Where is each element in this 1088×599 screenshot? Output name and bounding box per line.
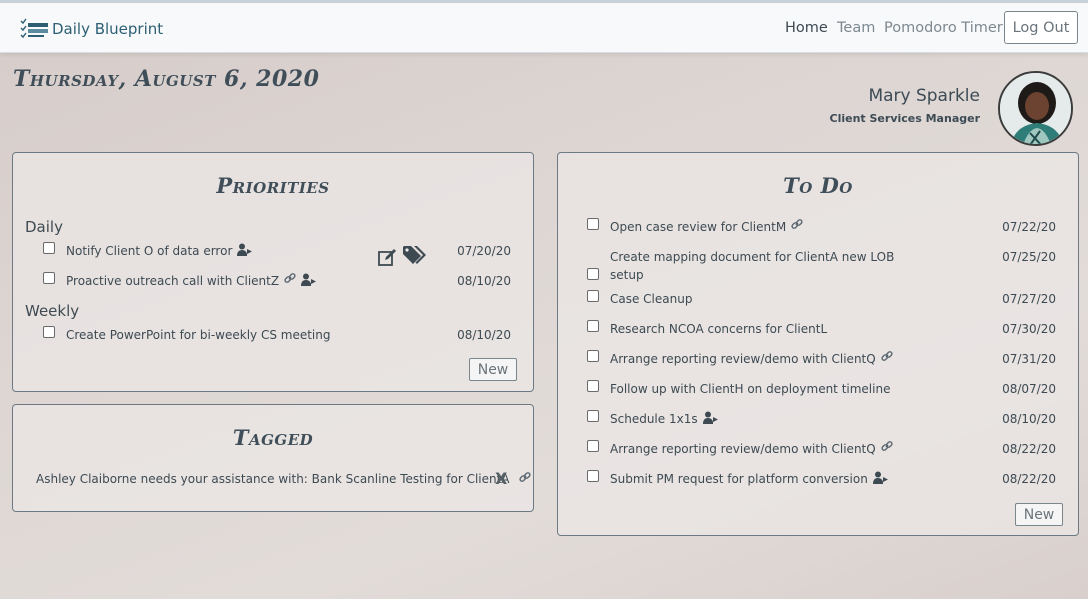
todo-item: Research NCOA concerns for ClientL xyxy=(587,320,827,338)
priority-item: Proactive outreach call with ClientZ xyxy=(43,272,317,290)
todo-checkbox[interactable] xyxy=(587,470,599,482)
todo-text[interactable]: Schedule 1x1s xyxy=(610,410,698,428)
checklist-logo-icon xyxy=(20,18,48,39)
todo-date: 07/30/20 xyxy=(1002,322,1056,336)
navbar: Daily Blueprint Home Team Pomodoro Timer… xyxy=(0,3,1088,53)
todo-date: 07/25/20 xyxy=(1002,250,1056,264)
todo-item: Arrange reporting review/demo with Clien… xyxy=(587,350,893,368)
priority-checkbox[interactable] xyxy=(43,326,55,338)
todo-text[interactable]: Arrange reporting review/demo with Clien… xyxy=(610,440,876,458)
logout-button[interactable]: Log Out xyxy=(1004,11,1078,44)
todo-text[interactable]: Case Cleanup xyxy=(610,290,692,308)
todo-text[interactable]: Research NCOA concerns for ClientL xyxy=(610,320,827,338)
todo-date: 08/22/20 xyxy=(1002,442,1056,456)
todo-checkbox[interactable] xyxy=(587,320,599,332)
priority-text[interactable]: Notify Client O of data error xyxy=(66,242,232,260)
todo-checkbox[interactable] xyxy=(587,380,599,392)
tagged-card: Tagged Ashley Claiborne needs your assis… xyxy=(12,404,534,512)
user-share-icon[interactable] xyxy=(301,273,317,289)
todo-date: 07/27/20 xyxy=(1002,292,1056,306)
todo-text[interactable]: Open case review for ClientM xyxy=(610,218,786,236)
todo-title: To Do xyxy=(783,173,853,198)
daily-label: Daily xyxy=(25,218,63,236)
user-share-icon[interactable] xyxy=(702,411,719,427)
todo-item: Submit PM request for platform conversio… xyxy=(587,470,889,488)
new-priority-button[interactable]: New xyxy=(469,358,517,381)
todo-date: 07/22/20 xyxy=(1002,220,1056,234)
todo-text-multiline[interactable]: Create mapping document for ClientA new … xyxy=(610,248,894,284)
todo-date: 08/10/20 xyxy=(1002,412,1056,426)
tagged-item-text[interactable]: Ashley Claiborne needs your assistance w… xyxy=(36,472,510,486)
priority-date: 08/10/20 xyxy=(457,328,511,342)
brand[interactable]: Daily Blueprint xyxy=(20,17,163,41)
tagged-item: Ashley Claiborne needs your assistance w… xyxy=(36,471,531,486)
current-date-heading: Thursday, August 6, 2020 xyxy=(13,66,320,92)
nav-team-link[interactable]: Team xyxy=(837,20,875,36)
tagged-title: Tagged xyxy=(232,425,314,450)
link-icon[interactable] xyxy=(284,272,296,287)
user-share-icon[interactable] xyxy=(872,471,889,487)
todo-date: 08/22/20 xyxy=(1002,472,1056,486)
link-icon[interactable] xyxy=(518,471,531,486)
weekly-label: Weekly xyxy=(25,302,80,320)
priority-checkbox[interactable] xyxy=(43,272,55,284)
new-todo-button[interactable]: New xyxy=(1015,503,1063,526)
todo-item: Open case review for ClientM xyxy=(587,218,803,236)
user-title: Client Services Manager xyxy=(829,112,980,125)
todo-checkbox[interactable] xyxy=(587,440,599,452)
user-name: Mary Sparkle xyxy=(868,86,980,106)
todo-date: 07/31/20 xyxy=(1002,352,1056,366)
priority-text[interactable]: Create PowerPoint for bi-weekly CS meeti… xyxy=(66,326,330,344)
priority-checkbox[interactable] xyxy=(43,242,55,254)
todo-text[interactable]: Submit PM request for platform conversio… xyxy=(610,470,868,488)
todo-date: 08/07/20 xyxy=(1002,382,1056,396)
todo-item: Case Cleanup xyxy=(587,290,692,308)
todo-item: Arrange reporting review/demo with Clien… xyxy=(587,440,893,458)
edit-icon[interactable] xyxy=(378,249,397,270)
user-portrait-icon xyxy=(1000,73,1071,144)
avatar[interactable] xyxy=(998,71,1073,146)
user-share-icon[interactable] xyxy=(237,243,253,259)
priority-item: Notify Client O of data error xyxy=(43,242,253,260)
nav-home-link[interactable]: Home xyxy=(785,20,828,36)
todo-text-continued[interactable]: setup xyxy=(610,266,894,284)
brand-name: Daily Blueprint xyxy=(52,20,164,38)
todo-checkbox[interactable] xyxy=(587,218,599,230)
priority-date: 07/20/20 xyxy=(457,244,511,258)
todo-item: Follow up with ClientH on deployment tim… xyxy=(587,380,890,398)
todo-checkbox[interactable] xyxy=(587,268,599,280)
todo-card: To Do Open case review for ClientM 07/22… xyxy=(557,152,1079,536)
priority-item: Create PowerPoint for bi-weekly CS meeti… xyxy=(43,326,330,344)
priorities-card: Priorities Daily Notify Client O of data… xyxy=(12,152,534,392)
priority-date: 08/10/20 xyxy=(457,274,511,288)
todo-checkbox[interactable] xyxy=(587,410,599,422)
todo-item: Schedule 1x1s xyxy=(587,410,719,428)
todo-text[interactable]: Create mapping document for ClientA new … xyxy=(610,248,894,266)
link-icon[interactable] xyxy=(881,350,893,365)
tags-icon[interactable] xyxy=(403,246,427,269)
priority-text[interactable]: Proactive outreach call with ClientZ xyxy=(66,272,279,290)
todo-text[interactable]: Follow up with ClientH on deployment tim… xyxy=(610,380,890,398)
nav-pomodoro-link[interactable]: Pomodoro Timer xyxy=(884,20,1003,36)
link-icon[interactable] xyxy=(881,440,893,455)
todo-text[interactable]: Arrange reporting review/demo with Clien… xyxy=(610,350,876,368)
todo-checkbox[interactable] xyxy=(587,350,599,362)
dismiss-tag-button[interactable]: X xyxy=(495,469,507,488)
priorities-title: Priorities xyxy=(216,173,330,198)
todo-checkbox[interactable] xyxy=(587,290,599,302)
link-icon[interactable] xyxy=(791,218,803,233)
